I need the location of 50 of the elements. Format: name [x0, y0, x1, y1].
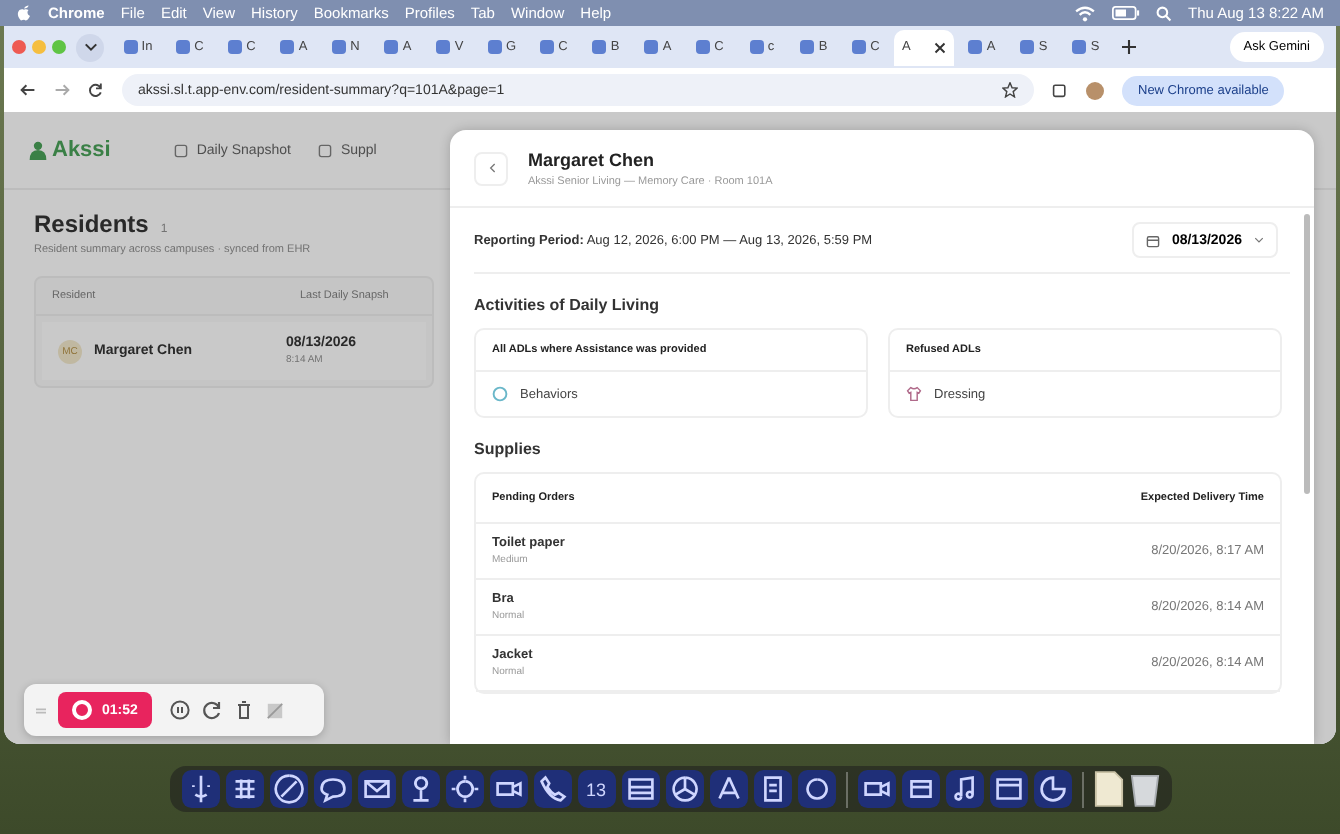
caret-icon [83, 42, 97, 52]
trash-icon[interactable] [233, 700, 254, 720]
doc-icon[interactable] [753, 770, 791, 808]
page-title: Residents [34, 210, 149, 238]
restart-icon[interactable] [201, 700, 222, 720]
document-icon[interactable] [1093, 770, 1123, 808]
appstore-icon[interactable] [709, 770, 747, 808]
pause-icon[interactable] [169, 700, 190, 720]
close-icon[interactable] [934, 41, 946, 53]
close-window-icon[interactable] [12, 40, 26, 54]
window-icon[interactable] [989, 770, 1027, 808]
compass-icon[interactable] [269, 770, 307, 808]
envelope-icon[interactable] [357, 770, 395, 808]
new-tab-icon[interactable] [1122, 40, 1136, 54]
calendar-icon[interactable]: 13 [577, 770, 615, 808]
wifi-icon[interactable] [1074, 5, 1097, 21]
battery-icon[interactable] [1112, 6, 1141, 20]
pin-icon[interactable] [401, 770, 439, 808]
camera-icon[interactable] [857, 770, 895, 808]
apple-logo-icon[interactable] [16, 4, 32, 22]
puzzle-icon[interactable] [1052, 82, 1068, 98]
reload-icon[interactable] [88, 82, 104, 98]
resident-name: Margaret Chen [528, 149, 657, 169]
trash-bin-icon[interactable] [1129, 770, 1159, 808]
bubble-icon[interactable] [313, 770, 351, 808]
scrollbar[interactable] [1304, 214, 1310, 494]
calendar-icon [1145, 233, 1160, 247]
square-icon [318, 143, 333, 157]
star-icon[interactable] [1002, 82, 1018, 98]
chevron-left-icon [487, 162, 495, 174]
shirt-icon [906, 386, 922, 402]
drag-handle-icon[interactable] [36, 705, 46, 715]
section-heading: Supplies [474, 440, 543, 458]
back-arrow-icon[interactable] [20, 82, 36, 98]
person-icon [28, 140, 48, 160]
circle-icon [492, 386, 508, 402]
phone-icon[interactable] [533, 770, 571, 808]
profile-avatar[interactable] [1086, 81, 1104, 99]
notes-icon[interactable] [621, 770, 659, 808]
search-icon[interactable] [1156, 5, 1173, 21]
caret-icon [1254, 236, 1264, 244]
pie-icon[interactable] [1033, 770, 1071, 808]
wheel-icon[interactable] [665, 770, 703, 808]
camera-icon[interactable] [489, 770, 527, 808]
section-heading: Activities of Daily Living [474, 296, 661, 314]
tab-search-button[interactable] [76, 33, 104, 61]
music-icon[interactable] [945, 770, 983, 808]
square-icon [174, 143, 189, 157]
grid-icon[interactable] [225, 770, 263, 808]
ring-icon[interactable] [797, 770, 835, 808]
